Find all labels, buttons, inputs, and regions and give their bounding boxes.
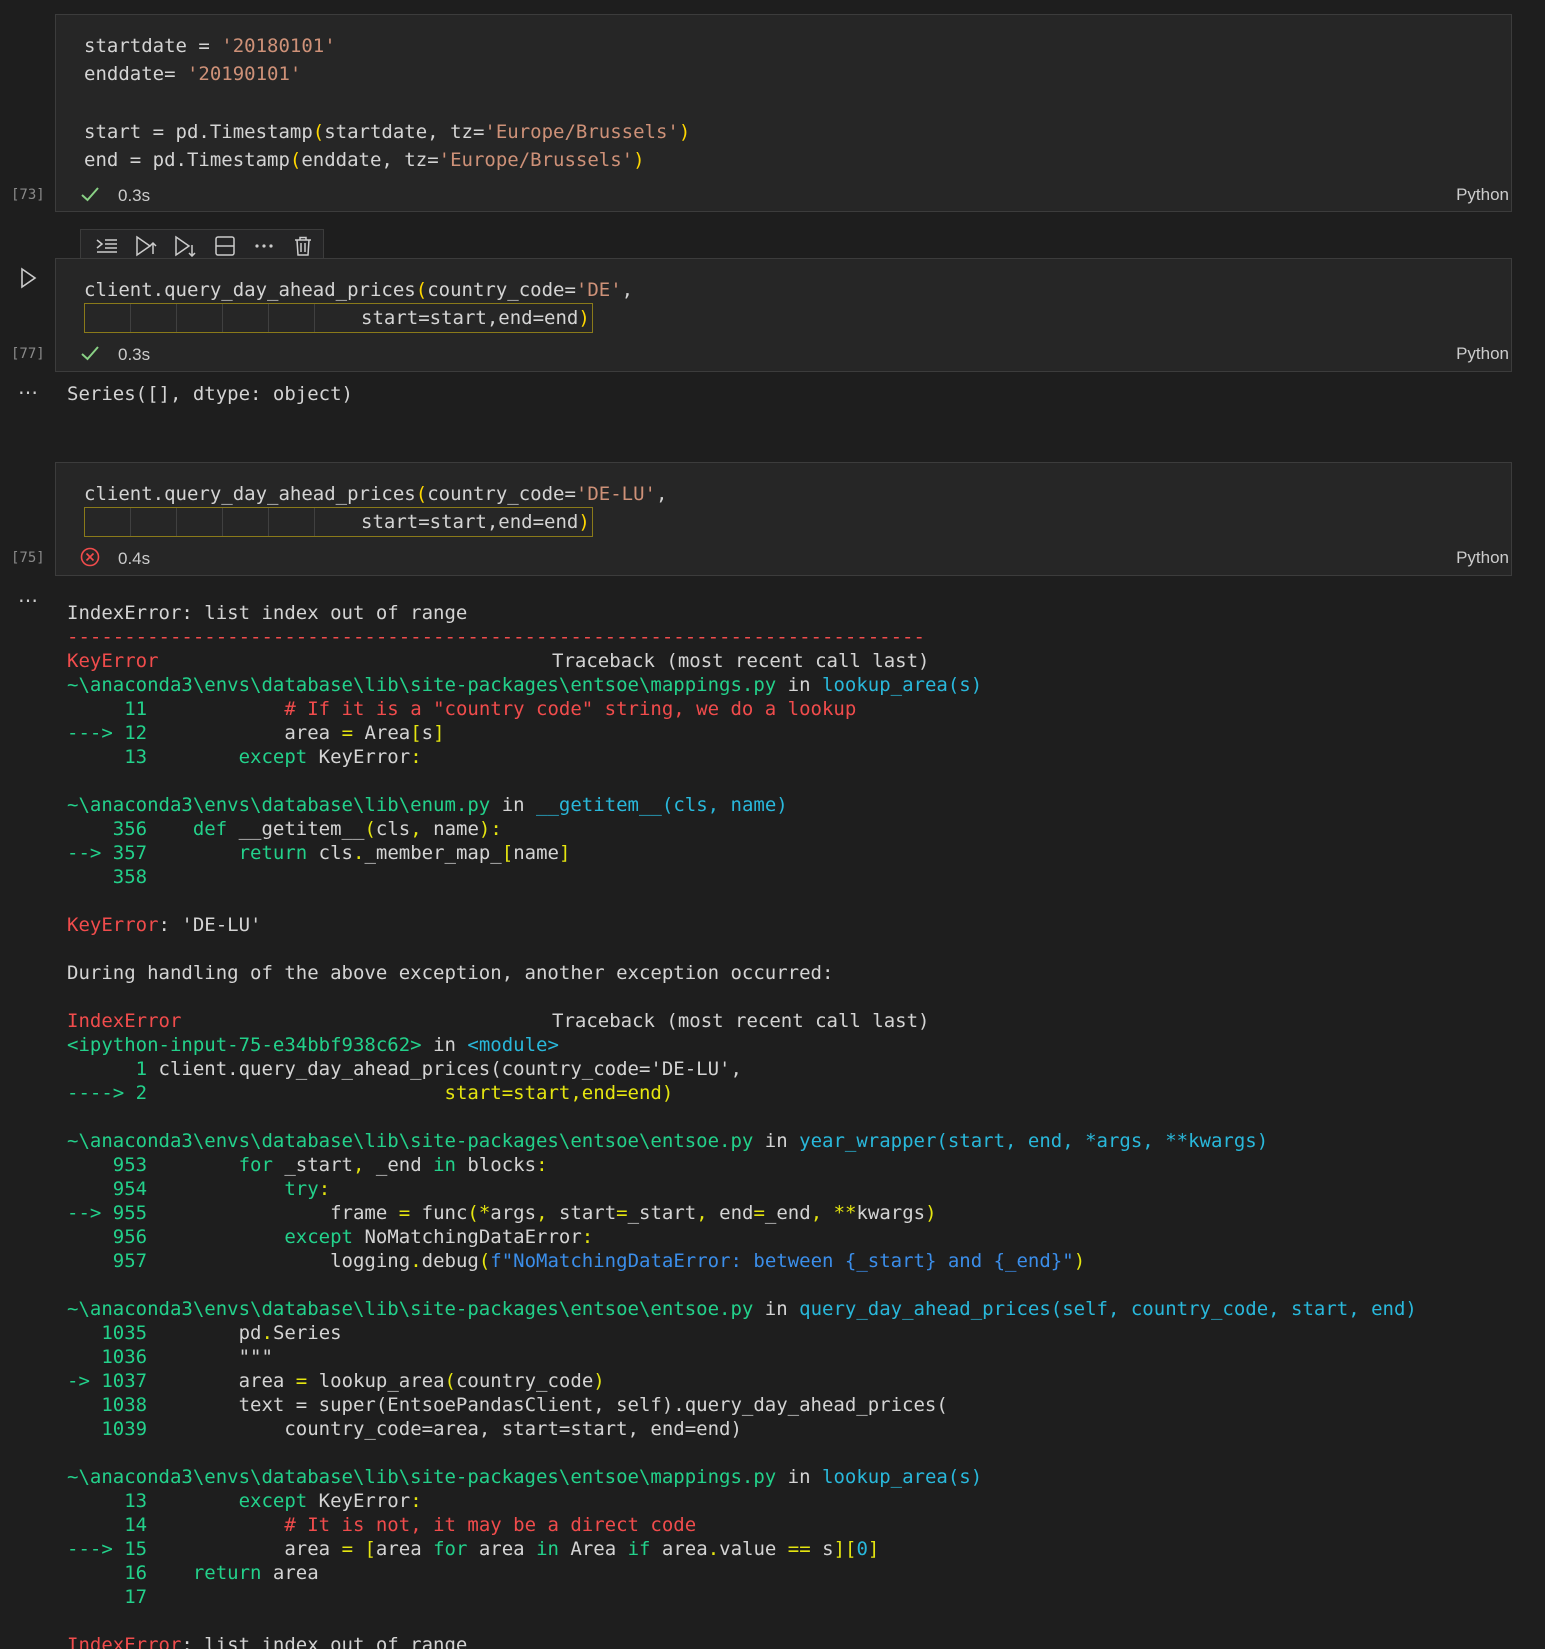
indent-guide: [176, 304, 177, 332]
cell-language[interactable]: Python: [1456, 185, 1509, 205]
execution-count: [73]: [11, 187, 45, 203]
traceback-line: 13 except KeyError:: [67, 746, 422, 768]
code-line[interactable]: start=start,end=end): [361, 510, 590, 534]
cell-language[interactable]: Python: [1456, 548, 1509, 568]
traceback-frame: ~\anaconda3\envs\database\lib\site-packa…: [67, 1298, 1417, 1320]
cell-output: Series([], dtype: object): [67, 383, 353, 405]
code-line[interactable]: start=start,end=end): [361, 306, 590, 330]
cell-status: 0.3s: [80, 343, 150, 367]
indent-guide: [268, 304, 269, 332]
success-check-icon: [80, 343, 100, 368]
traceback-line: 16 return area: [67, 1562, 319, 1584]
cell-status: 0.4s: [80, 547, 150, 571]
traceback-header: KeyError Traceback (most recent call last…: [67, 650, 930, 672]
indent-guide: [268, 508, 269, 536]
indent-guide: [130, 508, 131, 536]
output-menu-button[interactable]: ⋯: [18, 588, 39, 613]
traceback-line: 14 # It is not, it may be a direct code: [67, 1514, 697, 1536]
indent-guide: [130, 304, 131, 332]
traceback-during: During handling of the above exception, …: [67, 962, 834, 984]
traceback-line: 11 # If it is a "country code" string, w…: [67, 698, 857, 720]
traceback-frame: ~\anaconda3\envs\database\lib\enum.py in…: [67, 794, 788, 816]
traceback-line: 1039 country_code=area, start=start, end…: [67, 1418, 742, 1440]
execution-time: 0.3s: [118, 345, 151, 364]
traceback-line: 1035 pd.Series: [67, 1322, 342, 1344]
traceback-line: 957 logging.debug(f"NoMatchingDataError:…: [67, 1250, 1086, 1272]
indent-guide: [314, 508, 315, 536]
code-line[interactable]: client.query_day_ahead_prices(country_co…: [84, 278, 633, 302]
traceback-separator: ----------------------------------------…: [67, 626, 925, 648]
traceback-line: 953 for _start, _end in blocks:: [67, 1154, 548, 1176]
execution-count: [77]: [11, 346, 45, 362]
traceback-header: IndexError Traceback (most recent call la…: [67, 1010, 930, 1032]
cell-status: 0.3s: [80, 184, 150, 208]
success-check-icon: [80, 184, 100, 209]
code-line[interactable]: end = pd.Timestamp(enddate, tz='Europe/B…: [84, 148, 645, 172]
traceback-line: --> 955 frame = func(*args, start=_start…: [67, 1202, 937, 1224]
execute-above-icon: [95, 236, 119, 261]
traceback-frame: <ipython-input-75-e34bbf938c62> in <modu…: [67, 1034, 559, 1056]
traceback-frame: ~\anaconda3\envs\database\lib\site-packa…: [67, 1466, 983, 1488]
traceback-frame: ~\anaconda3\envs\database\lib\site-packa…: [67, 1130, 1269, 1152]
error-summary: IndexError: list index out of range: [67, 602, 468, 624]
code-line[interactable]: client.query_day_ahead_prices(country_co…: [84, 482, 667, 506]
traceback-line: 17: [67, 1586, 148, 1608]
execution-time: 0.3s: [118, 186, 151, 205]
traceback-line: --> 357 return cls._member_map_[name]: [67, 842, 571, 864]
traceback-line: -> 1037 area = lookup_area(country_code): [67, 1370, 605, 1392]
traceback-line: 1038 text = super(EntsoePandasClient, se…: [67, 1394, 948, 1416]
indent-guide: [176, 508, 177, 536]
traceback-line: ----> 2 start=start,end=end): [67, 1082, 674, 1104]
code-line[interactable]: enddate= '20190101': [84, 62, 301, 86]
traceback-frame: ~\anaconda3\envs\database\lib\site-packa…: [67, 674, 983, 696]
traceback-line: 358: [67, 866, 148, 888]
indent-guide: [314, 304, 315, 332]
code-line[interactable]: startdate = '20180101': [84, 34, 336, 58]
indent-guide: [222, 508, 223, 536]
run-cell-button[interactable]: [16, 266, 40, 290]
indent-guide: [222, 304, 223, 332]
error-circle-icon: [80, 547, 100, 572]
cell-language[interactable]: Python: [1456, 344, 1509, 364]
traceback-line: 356 def __getitem__(cls, name):: [67, 818, 502, 840]
notebook-editor: startdate = '20180101' enddate= '2019010…: [0, 0, 1545, 1649]
traceback-line: 1 client.query_day_ahead_prices(country_…: [67, 1058, 742, 1080]
traceback-line: ---> 15 area = [area for area in Area if…: [67, 1538, 880, 1560]
play-icon: [16, 267, 40, 295]
traceback-line: 956 except NoMatchingDataError:: [67, 1226, 594, 1248]
traceback-message: IndexError: list index out of range: [67, 1634, 468, 1649]
traceback-line: 13 except KeyError:: [67, 1490, 422, 1512]
output-menu-button[interactable]: ⋯: [18, 380, 39, 405]
code-line[interactable]: start = pd.Timestamp(startdate, tz='Euro…: [84, 120, 690, 144]
traceback-line: 1036 """: [67, 1346, 273, 1368]
execution-count: [75]: [11, 550, 45, 566]
traceback-line: 954 try:: [67, 1178, 331, 1200]
traceback-message: KeyError: 'DE-LU': [67, 914, 262, 936]
execution-time: 0.4s: [118, 549, 151, 568]
traceback-line: ---> 12 area = Area[s]: [67, 722, 445, 744]
